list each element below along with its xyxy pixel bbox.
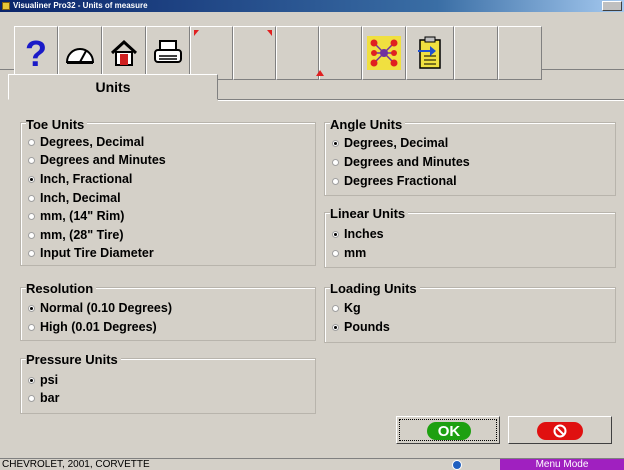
toolbar-button-blank-4[interactable]	[316, 26, 362, 80]
mode-badge: Menu Mode	[500, 459, 624, 470]
radio-button[interactable]	[28, 249, 35, 257]
status-bar: CHEVROLET, 2001, CORVETTE Menu Mode	[0, 458, 624, 470]
option-label: High (0.01 Degrees)	[40, 320, 157, 334]
radio-button[interactable]	[332, 177, 339, 185]
title-bar: Visualiner Pro32 - Units of measure	[0, 0, 624, 12]
option-label: mm, (28" Tire)	[40, 228, 124, 242]
resolution-option-high[interactable]: High (0.01 Degrees)	[28, 320, 157, 334]
app-icon	[2, 2, 10, 10]
radio-button[interactable]	[28, 304, 35, 312]
toolbar-button-blank-3[interactable]	[276, 26, 319, 80]
radio-button[interactable]	[332, 304, 339, 312]
radio-button[interactable]	[28, 394, 35, 402]
option-label: Degrees and Minutes	[40, 153, 166, 167]
toolbar-button-blank-1[interactable]	[190, 26, 233, 80]
no-entry-icon	[553, 424, 567, 438]
print-button[interactable]	[146, 26, 190, 80]
corner-marker	[194, 30, 199, 36]
gauge-button[interactable]	[58, 26, 102, 80]
radio-button[interactable]	[28, 156, 35, 164]
toe-option-input-tire-diameter[interactable]: Input Tire Diameter	[28, 246, 154, 260]
toe-option-degrees-decimal[interactable]: Degrees, Decimal	[28, 135, 144, 149]
printer-icon	[154, 40, 182, 63]
window-controls[interactable]	[602, 1, 622, 11]
loading-option-pounds[interactable]: Pounds	[332, 320, 390, 334]
resolution-option-normal[interactable]: Normal (0.10 Degrees)	[28, 301, 172, 315]
radio-button[interactable]	[28, 138, 35, 146]
clipboard-import-icon	[418, 36, 441, 69]
toe-option-inch-fractional[interactable]: Inch, Fractional	[28, 172, 132, 186]
option-label: Inch, Decimal	[40, 191, 121, 205]
toolbar-button-blank-5[interactable]	[454, 26, 498, 80]
ok-label: OK	[427, 422, 471, 440]
window-title: Visualiner Pro32 - Units of measure	[13, 1, 148, 10]
ok-button[interactable]: OK	[396, 416, 500, 444]
radio-button[interactable]	[332, 139, 339, 147]
toolbar-button-blank-2[interactable]	[233, 26, 276, 80]
cancel-pill	[537, 422, 583, 440]
option-label: Input Tire Diameter	[40, 246, 154, 260]
toe-option-inch-decimal[interactable]: Inch, Decimal	[28, 191, 121, 205]
option-label: Degrees and Minutes	[344, 155, 470, 169]
status-globe-icon	[452, 460, 462, 470]
toolbar: ?	[0, 12, 624, 80]
radio-button[interactable]	[28, 231, 35, 239]
toolbar-button-blank-6[interactable]	[498, 26, 542, 80]
help-button[interactable]: ?	[14, 26, 58, 80]
angle-option-degrees-minutes[interactable]: Degrees and Minutes	[332, 155, 470, 169]
tab-units[interactable]: Units	[8, 74, 218, 100]
toe-option-degrees-minutes[interactable]: Degrees and Minutes	[28, 153, 166, 167]
option-label: Kg	[344, 301, 361, 315]
help-icon: ?	[25, 36, 47, 70]
tab-divider-highlight	[218, 100, 624, 101]
radio-button[interactable]	[28, 212, 35, 220]
home-button[interactable]	[102, 26, 146, 80]
option-label: psi	[40, 373, 59, 387]
option-label: Degrees Fractional	[344, 174, 457, 188]
angle-option-degrees-fractional[interactable]: Degrees Fractional	[332, 174, 457, 188]
option-label: Inches	[344, 227, 384, 241]
corner-marker	[267, 30, 272, 36]
corner-marker	[316, 70, 324, 76]
option-label: Inch, Fractional	[40, 172, 133, 186]
pressure-option-bar[interactable]: bar	[28, 391, 59, 405]
loading-units-title: Loading Units	[330, 281, 420, 296]
option-label: Degrees, Decimal	[344, 136, 449, 150]
linear-units-title: Linear Units	[330, 206, 409, 221]
cancel-button[interactable]	[508, 416, 612, 444]
home-icon	[110, 39, 138, 66]
radio-button[interactable]	[332, 230, 339, 238]
radio-button[interactable]	[28, 323, 35, 331]
option-label: Degrees, Decimal	[40, 135, 145, 149]
radio-button[interactable]	[332, 158, 339, 166]
angle-option-degrees-decimal[interactable]: Degrees, Decimal	[332, 136, 448, 150]
clipboard-import-button[interactable]	[406, 26, 454, 80]
linear-option-mm[interactable]: mm	[332, 246, 366, 260]
option-label: bar	[40, 391, 60, 405]
radio-button[interactable]	[28, 175, 35, 183]
option-label: mm	[344, 246, 367, 260]
option-label: Pounds	[344, 320, 390, 334]
gauge-icon	[65, 48, 95, 64]
network-icon	[367, 36, 401, 70]
radio-button[interactable]	[332, 323, 339, 331]
vehicle-status: CHEVROLET, 2001, CORVETTE	[2, 459, 150, 470]
toe-option-mm-tire[interactable]: mm, (28" Tire)	[28, 228, 124, 242]
radio-button[interactable]	[28, 376, 35, 384]
loading-option-kg[interactable]: Kg	[332, 301, 361, 315]
pressure-units-title: Pressure Units	[26, 352, 121, 367]
radio-button[interactable]	[332, 249, 339, 257]
resolution-title: Resolution	[26, 281, 97, 296]
linear-option-inches[interactable]: Inches	[332, 227, 384, 241]
toe-option-mm-rim[interactable]: mm, (14" Rim)	[28, 209, 124, 223]
toe-units-title: Toe Units	[26, 117, 88, 132]
option-label: mm, (14" Rim)	[40, 209, 125, 223]
pressure-option-psi[interactable]: psi	[28, 373, 58, 387]
svg-text:?: ?	[25, 36, 47, 70]
option-label: Normal (0.10 Degrees)	[40, 301, 173, 315]
angle-units-title: Angle Units	[330, 117, 406, 132]
network-button[interactable]	[362, 26, 406, 80]
radio-button[interactable]	[28, 194, 35, 202]
